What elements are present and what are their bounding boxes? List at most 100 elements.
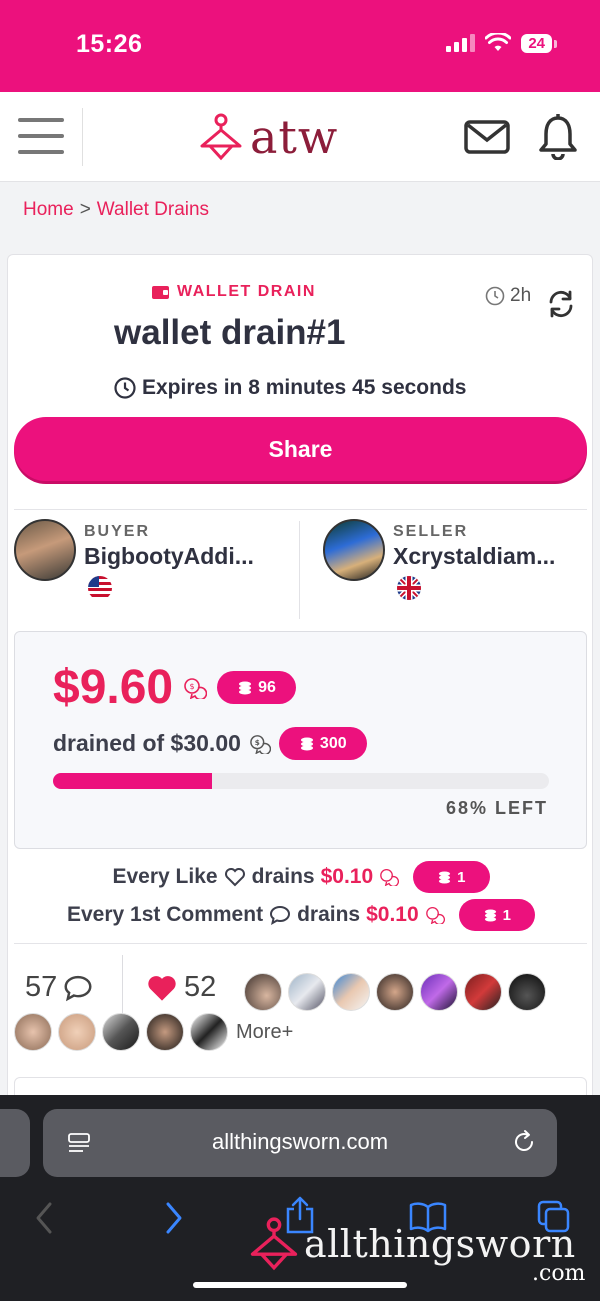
coin-stack-icon <box>239 681 252 694</box>
drain-progress-bar <box>53 773 549 789</box>
uk-flag-icon <box>397 576 421 600</box>
header-divider <box>82 108 83 166</box>
currency-convert-icon[interactable]: $ <box>249 734 271 754</box>
seller-role: SELLER <box>393 523 469 540</box>
coin-stack-icon <box>439 870 451 884</box>
liker-avatar[interactable] <box>146 1013 184 1051</box>
svg-text:$: $ <box>190 682 195 691</box>
comment-count-button[interactable]: 57 <box>25 971 93 1004</box>
currency-convert-icon[interactable] <box>379 868 400 886</box>
liker-avatars-row2: More+ <box>14 1013 293 1051</box>
comment-icon <box>64 975 92 1001</box>
like-button[interactable]: 52 <box>146 971 216 1004</box>
status-time: 15:26 <box>76 30 143 58</box>
site-watermark: allthingsworn .com <box>248 1215 585 1286</box>
listing-card: WALLET DRAIN 2h wallet drain#1 Expires i… <box>7 254 594 1137</box>
seller-profile[interactable]: SELLER Xcrystaldiam... <box>323 519 555 600</box>
buyer-name[interactable]: BigbootyAddi... <box>84 543 254 570</box>
breadcrumb-current[interactable]: Wallet Drains <box>97 199 209 220</box>
svg-text:$: $ <box>255 737 260 746</box>
drained-total-row: drained of $30.00 $ 300 <box>53 727 367 760</box>
heart-filled-icon <box>148 975 176 1001</box>
back-icon[interactable] <box>34 1201 54 1235</box>
currency-convert-icon[interactable] <box>425 906 445 924</box>
liker-avatar[interactable] <box>288 973 326 1011</box>
buyer-profile[interactable]: BUYER BigbootyAddi... <box>14 519 254 600</box>
rule-like-prefix: Every Like <box>112 865 218 888</box>
divider <box>14 943 587 944</box>
party-divider <box>299 521 300 619</box>
clock-icon <box>485 286 505 306</box>
liker-avatar[interactable] <box>14 1013 52 1051</box>
bell-icon[interactable] <box>538 114 578 160</box>
us-flag-icon <box>88 576 112 600</box>
drain-progress-fill <box>53 773 212 789</box>
rule-comment-drains: drains <box>297 903 361 926</box>
liker-avatars <box>244 973 546 1011</box>
share-button[interactable]: Share <box>14 417 587 481</box>
rule-like: Every Like drains $0.10 1 <box>8 861 594 893</box>
forward-icon[interactable] <box>164 1201 184 1235</box>
liker-avatar[interactable] <box>376 973 414 1011</box>
liker-avatar[interactable] <box>244 973 282 1011</box>
liker-avatar[interactable] <box>508 973 546 1011</box>
wallet-icon <box>152 285 169 299</box>
url-text: allthingsworn.com <box>211 1129 389 1154</box>
watermark-text: allthingsworn <box>304 1222 576 1266</box>
buyer-role: BUYER <box>84 523 151 540</box>
liker-avatar[interactable] <box>58 1013 96 1051</box>
seller-avatar[interactable] <box>323 519 385 581</box>
clock-icon <box>114 377 136 399</box>
reload-icon[interactable] <box>511 1129 537 1155</box>
rule-like-drains: drains <box>251 865 315 888</box>
comment-count: 57 <box>25 971 58 1003</box>
liker-avatar[interactable] <box>464 973 502 1011</box>
divider <box>14 509 587 510</box>
battery-indicator: 24 <box>521 33 557 53</box>
hanger-logo-icon <box>250 1217 298 1271</box>
breadcrumb-home[interactable]: Home <box>23 199 74 220</box>
app-header: atw <box>0 92 600 182</box>
drain-progress-panel: $9.60 $ 96 drained of $30.00 $ 300 68% L… <box>14 631 587 849</box>
liker-avatar[interactable] <box>102 1013 140 1051</box>
total-coins-badge: 300 <box>278 727 367 760</box>
rule-like-price: $0.10 <box>320 865 374 888</box>
time-ago-label: 2h <box>510 285 532 306</box>
status-icons: 24 <box>446 33 557 53</box>
liker-avatar[interactable] <box>190 1013 228 1051</box>
breadcrumb-separator: > <box>79 199 91 220</box>
comment-outline-icon <box>270 905 291 925</box>
rule-comment: Every 1st Comment drains $0.10 1 <box>8 899 594 931</box>
hanger-logo-icon <box>200 113 242 161</box>
status-bar: 15:26 24 <box>0 0 600 92</box>
cellular-signal-icon <box>446 34 476 52</box>
like-count: 52 <box>184 971 217 1003</box>
site-logo[interactable]: atw <box>198 110 338 164</box>
more-likers-link[interactable]: More+ <box>236 1021 293 1044</box>
liker-avatar[interactable] <box>332 973 370 1011</box>
menu-icon[interactable] <box>18 118 64 154</box>
address-bar[interactable]: allthingsworn.com <box>43 1109 557 1177</box>
mail-icon[interactable] <box>464 120 510 154</box>
buyer-avatar[interactable] <box>14 519 76 581</box>
home-indicator[interactable] <box>193 1282 407 1288</box>
coin-stack-icon <box>300 737 313 750</box>
wifi-icon <box>485 33 512 51</box>
seller-name[interactable]: Xcrystaldiam... <box>393 543 555 570</box>
previous-tab-preview[interactable] <box>0 1109 30 1177</box>
coin-stack-icon <box>484 908 496 922</box>
listing-title: wallet drain#1 <box>114 313 346 352</box>
listing-type-label: WALLET DRAIN <box>177 283 316 300</box>
liker-avatar[interactable] <box>420 973 458 1011</box>
rule-comment-price: $0.10 <box>366 903 419 926</box>
amount-coins: 96 <box>258 678 276 696</box>
amount-coins-badge: 96 <box>217 671 296 704</box>
expiry-text: Expires in 8 minutes 45 seconds <box>142 376 467 399</box>
refresh-icon[interactable] <box>546 289 576 319</box>
listing-type-tag: WALLET DRAIN <box>152 283 316 301</box>
drained-amount-row: $9.60 $ 96 <box>53 660 296 715</box>
currency-convert-icon[interactable]: $ <box>183 677 208 699</box>
time-ago: 2h <box>485 285 531 307</box>
rule-like-coins-badge: 1 <box>413 861 490 893</box>
browser-toolbar: allthingsworn.com allthingsworn .com <box>0 1095 600 1301</box>
